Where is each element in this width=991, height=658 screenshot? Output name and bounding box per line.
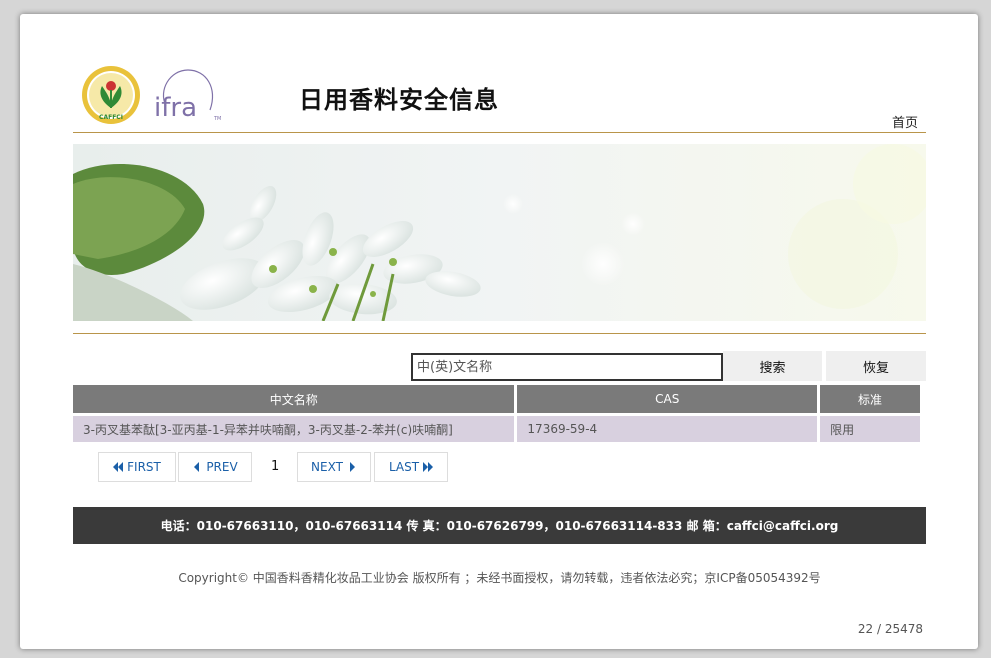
first-page-button[interactable]: FIRST	[98, 452, 176, 482]
table-row[interactable]: 3-丙叉基苯酞[3-亚丙基-1-异苯并呋喃酮，3-丙叉基-2-苯并(c)呋喃酮]…	[73, 416, 920, 442]
header-divider	[73, 132, 926, 133]
cell-standard: 限用	[820, 416, 920, 442]
prev-page-button[interactable]: PREV	[178, 452, 252, 482]
chevron-right-icon	[349, 462, 355, 472]
column-header-standard[interactable]: 标准	[820, 385, 920, 416]
cell-cas: 17369-59-4	[517, 416, 818, 442]
home-link[interactable]: 首页	[892, 112, 918, 131]
results-table: 中文名称 CAS 标准 3-丙叉基苯酞[3-亚丙基-1-异苯并呋喃酮，3-丙叉基…	[70, 385, 923, 442]
double-chevron-right-icon	[423, 462, 434, 472]
reset-button[interactable]: 恢复	[826, 351, 926, 381]
page-title: 日用香料安全信息	[299, 86, 499, 114]
first-page-label: FIRST	[127, 460, 161, 474]
ifra-logo: ifra TM	[154, 69, 221, 123]
next-page-label: NEXT	[311, 460, 343, 474]
column-header-cas[interactable]: CAS	[517, 385, 818, 416]
copyright-text: Copyright© 中国香料香精化妆品工业协会 版权所有 ；未经书面授权，请勿…	[178, 571, 821, 585]
contact-bar: 电话：010-67663110，010-67663114 传 真：010-676…	[73, 507, 926, 544]
search-input[interactable]	[411, 353, 723, 381]
banner-divider	[73, 333, 926, 334]
table-header-row: 中文名称 CAS 标准	[73, 385, 920, 416]
contact-info: 电话：010-67663110，010-67663114 传 真：010-676…	[160, 519, 839, 533]
caffci-logo-abbr: CAFFCI	[99, 114, 123, 121]
cell-name[interactable]: 3-丙叉基苯酞[3-亚丙基-1-异苯并呋喃酮，3-丙叉基-2-苯并(c)呋喃酮]	[73, 416, 515, 442]
banner-image	[73, 144, 926, 321]
visit-counter: 22 / 25478	[857, 622, 923, 636]
next-page-button[interactable]: NEXT	[297, 452, 371, 482]
last-page-label: LAST	[388, 460, 420, 474]
column-header-name[interactable]: 中文名称	[73, 385, 515, 416]
last-page-button[interactable]: LAST	[374, 452, 448, 482]
search-button[interactable]: 搜索	[723, 351, 822, 381]
caffci-logo: CAFFCI	[82, 66, 140, 124]
chevron-left-icon	[194, 462, 200, 472]
page-container: CAFFCI ifra TM 日用香料安全信息 首页 中(英)文名称 搜索 恢复…	[20, 14, 978, 649]
ifra-logo-tm: TM	[213, 116, 221, 122]
ifra-logo-text: ifra	[154, 93, 197, 123]
prev-page-label: PREV	[206, 460, 238, 474]
double-chevron-left-icon	[113, 462, 124, 472]
current-page-number: 1	[271, 459, 280, 474]
